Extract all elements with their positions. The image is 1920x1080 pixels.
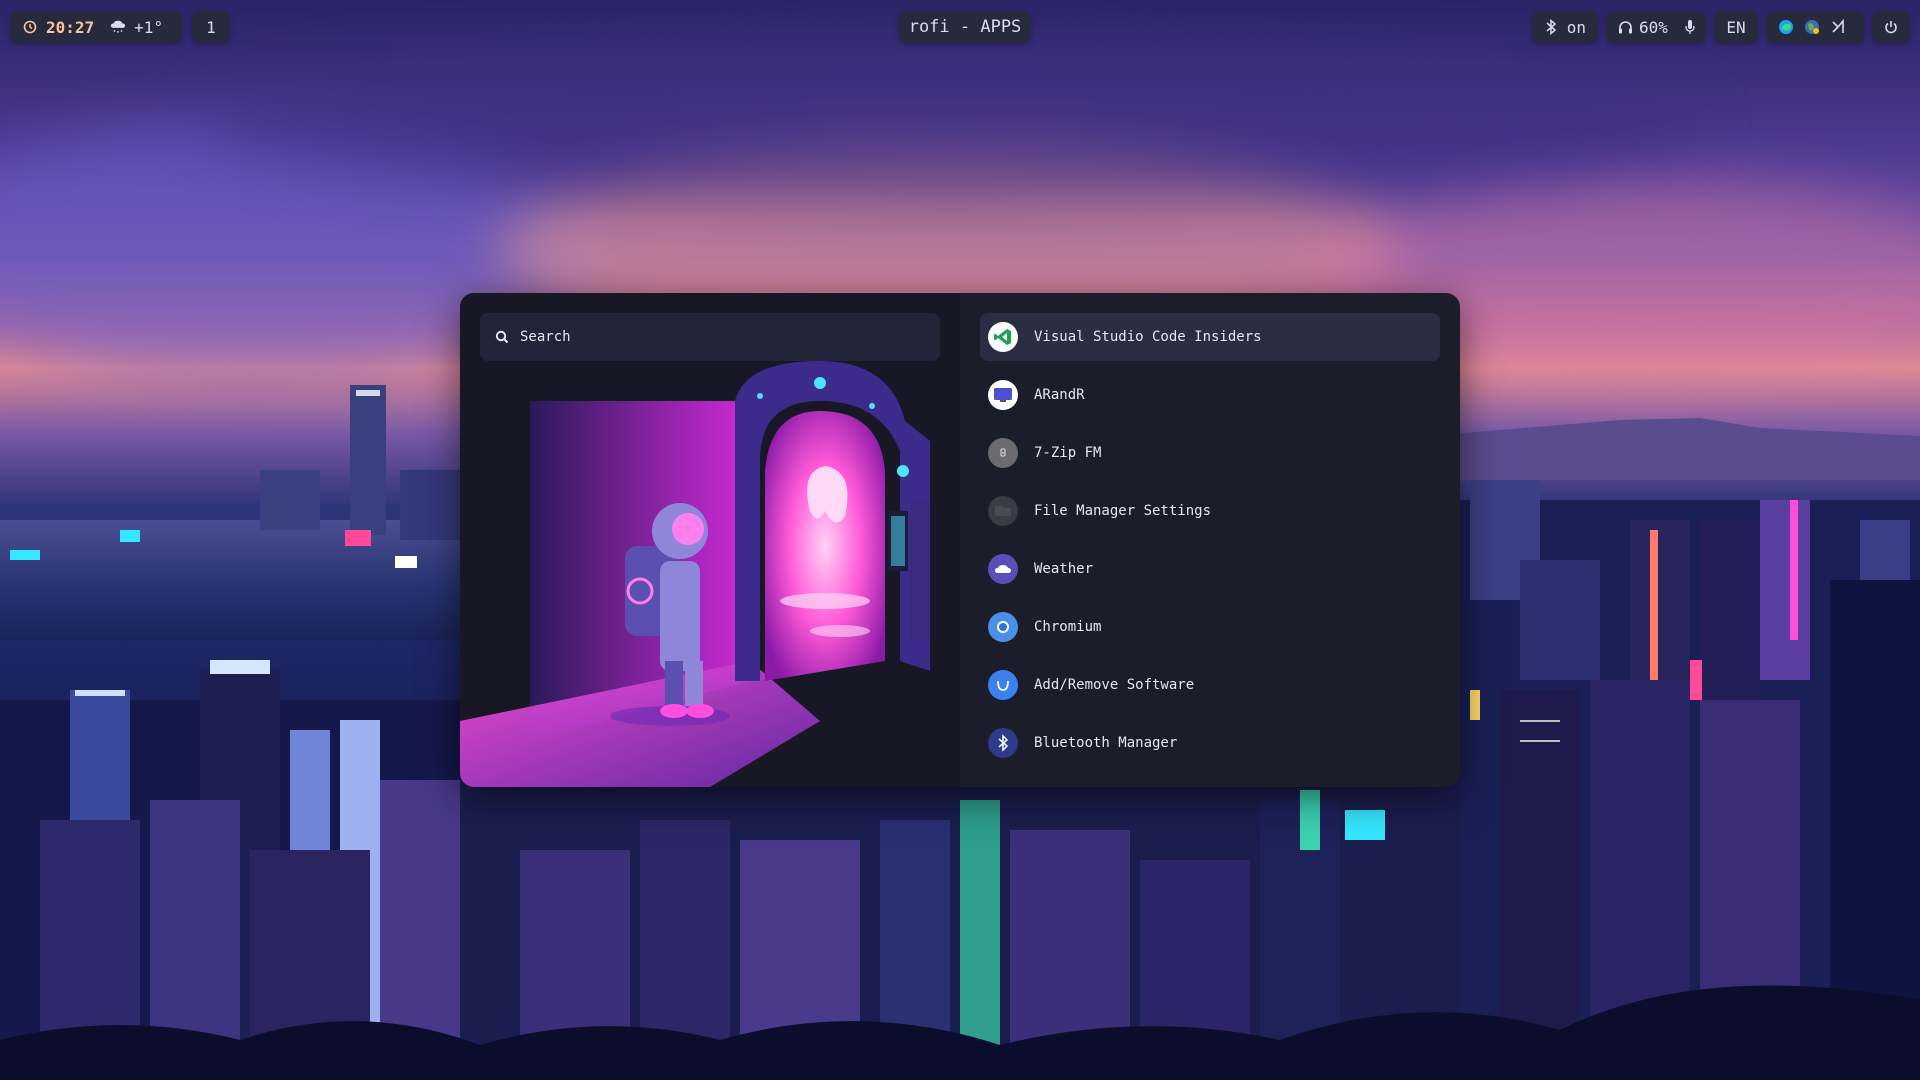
app-item-file-manager-settings[interactable]: File Manager Settings: [980, 487, 1440, 535]
system-tray: [1766, 11, 1864, 43]
vscode-insiders-icon: [988, 322, 1018, 352]
edge-browser-icon[interactable]: [1778, 19, 1794, 35]
bluetooth-status[interactable]: on: [1532, 11, 1598, 43]
search-icon: [494, 329, 510, 345]
rofi-launcher-window: Visual Studio Code Insiders ARandR 7-Zip…: [460, 293, 1460, 787]
app-item-weather[interactable]: Weather: [980, 545, 1440, 593]
archive-icon: [988, 438, 1018, 468]
bluetooth-icon: [1544, 19, 1559, 35]
weather-icon: [988, 554, 1018, 584]
clock-time: 20:27: [46, 17, 95, 37]
app-item-7zip[interactable]: 7-Zip FM: [980, 429, 1440, 477]
workspace-number: 1: [206, 17, 216, 37]
vscode-icon[interactable]: [1830, 19, 1846, 35]
microphone-icon[interactable]: [1684, 19, 1696, 35]
workspace-indicator[interactable]: 1: [192, 11, 230, 43]
volume-level: 60%: [1639, 17, 1668, 37]
cloud-snow-icon: [110, 19, 126, 35]
app-item-bluetooth-manager[interactable]: Bluetooth Manager: [980, 719, 1440, 767]
package-icon: [988, 670, 1018, 700]
folder-icon: [988, 496, 1018, 526]
network-globe-icon[interactable]: [1804, 19, 1820, 35]
app-item-label: File Manager Settings: [1034, 503, 1212, 519]
bluetooth-state: on: [1566, 17, 1586, 37]
bluetooth-icon: [988, 728, 1018, 758]
launcher-illustration: [460, 361, 960, 787]
desktop: 20:27 +1° 1 rofi - APPS on 60% EN Search…: [0, 0, 1920, 1080]
app-item-label: Add/Remove Software: [1034, 677, 1195, 693]
headphones-icon: [1618, 19, 1633, 35]
search-input[interactable]: [518, 328, 902, 346]
app-item-label: 7-Zip FM: [1034, 445, 1102, 461]
app-item-label: ARandR: [1034, 387, 1085, 403]
app-list: Visual Studio Code Insiders ARandR 7-Zip…: [980, 313, 1440, 777]
weather-temp: +1°: [134, 17, 164, 37]
rofi-left-pane: [460, 293, 960, 787]
app-item-vscode-insiders[interactable]: Visual Studio Code Insiders: [980, 313, 1440, 361]
window-title-text: rofi - APPS: [908, 17, 1022, 37]
keyboard-layout-label: EN: [1726, 17, 1746, 37]
keyboard-layout[interactable]: EN: [1714, 11, 1758, 43]
app-item-label: Bluetooth Manager: [1034, 735, 1178, 751]
app-item-label: Chromium: [1034, 619, 1102, 635]
app-item-chromium[interactable]: Chromium: [980, 603, 1440, 651]
app-item-label: Visual Studio Code Insiders: [1034, 329, 1262, 345]
app-item-add-remove-software[interactable]: Add/Remove Software: [980, 661, 1440, 709]
power-icon: [1883, 19, 1899, 35]
clock-icon: [22, 19, 38, 35]
clock-weather-widget[interactable]: 20:27 +1°: [10, 11, 182, 43]
chromium-icon: [988, 612, 1018, 642]
search-box[interactable]: [480, 313, 940, 361]
active-window-title: rofi - APPS: [899, 11, 1031, 43]
monitor-icon: [988, 380, 1018, 410]
app-item-arandr[interactable]: ARandR: [980, 371, 1440, 419]
volume-widget[interactable]: 60%: [1606, 11, 1706, 43]
app-item-label: Weather: [1034, 561, 1094, 577]
power-button[interactable]: [1872, 11, 1910, 43]
